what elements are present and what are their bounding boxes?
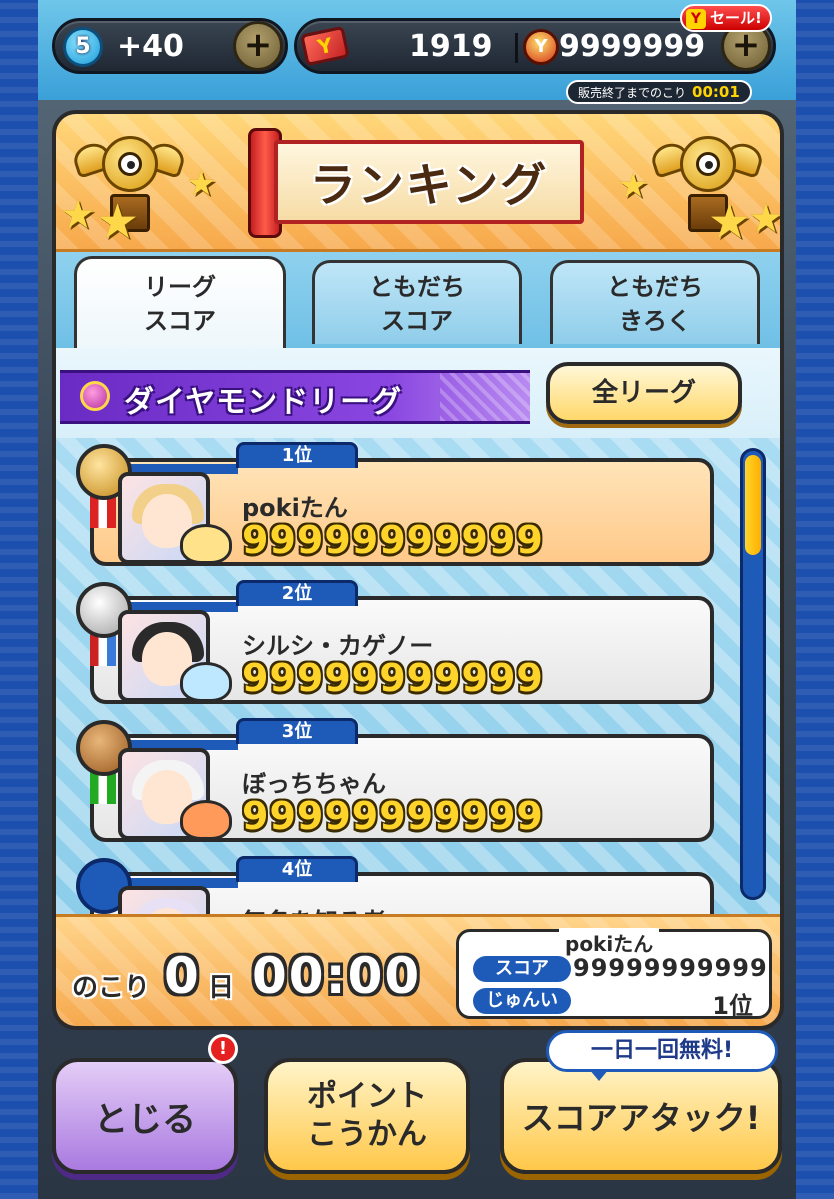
stamina-level-icon: 5	[63, 27, 103, 67]
player-score: 99999999999	[242, 656, 544, 700]
remaining-days: 0	[164, 947, 199, 1005]
currency-divider	[515, 33, 518, 63]
point-exchange-label-line1: ポイント	[307, 1079, 427, 1114]
rank-label: 1位	[236, 442, 358, 468]
title-scroll: ランキング	[248, 128, 588, 238]
league-ribbon: ダイヤモンドリーグ	[60, 370, 530, 424]
tab-label-line1: ともだち	[607, 272, 703, 301]
my-record-card: pokiたん スコア 99999999999 じゅんい 1位	[456, 928, 772, 1020]
title-paper: ランキング	[274, 140, 584, 224]
coin-icon: Y	[523, 29, 559, 65]
sale-timer-value: 00:01	[692, 83, 740, 101]
player-score: 99999999999	[242, 794, 544, 838]
sale-y-icon: Y	[686, 8, 706, 29]
stamina-value: +40	[117, 29, 184, 64]
free-once-daily-bubble: 一日一回無料!	[546, 1030, 778, 1081]
ranking-row[interactable]: 4位 無名を知る者	[76, 856, 720, 914]
all-league-button[interactable]: 全リーグ	[546, 362, 742, 424]
notification-badge: !	[208, 1034, 238, 1064]
remaining-time: 00:00	[252, 947, 422, 1005]
sale-timer-label: 販売終了までのこり	[578, 86, 687, 100]
my-rank: 1位	[712, 992, 753, 1020]
stamina-pill: 5 +40 +	[52, 18, 288, 74]
my-name: pokiたん	[559, 928, 660, 957]
tab-league-score[interactable]: リーグ スコア	[74, 256, 286, 348]
sale-timer: 販売終了までのこり 00:01	[566, 80, 752, 104]
avatar	[118, 886, 210, 914]
sale-badge-label: セール!	[710, 9, 762, 27]
player-score: 99999999999	[242, 518, 544, 562]
tab-label-line1: リーグ	[144, 272, 216, 301]
ticket-icon: Y	[300, 25, 350, 67]
tab-label-line2: スコア	[381, 306, 453, 335]
score-attack-button[interactable]: スコアアタック!	[500, 1058, 782, 1174]
ranking-row[interactable]: 2位 シルシ・カゲノー 99999999999	[76, 580, 720, 706]
player-name: 無名を知る者	[242, 902, 386, 914]
game-screen: 5 +40 + Y 1919 Y 9999999 + Y セール! 販売終了までの…	[38, 0, 796, 1199]
coin-count: 9999999	[559, 29, 706, 64]
ranking-info: のこり 0 日 00:00 pokiたん スコア 99999999999 じゅん…	[56, 914, 780, 1026]
my-rank-label: じゅんい	[473, 988, 571, 1014]
point-exchange-label-line2: こうかん	[307, 1117, 427, 1152]
ranking-row[interactable]: 3位 ぼっちちゃん 99999999999	[76, 718, 720, 844]
tab-friends-record[interactable]: ともだち きろく	[550, 260, 760, 344]
star-icon: ★	[60, 192, 96, 238]
league-bar: ダイヤモンドリーグ 全リーグ	[56, 348, 780, 438]
remaining-label: のこり	[72, 973, 151, 1003]
gem-count: 1919	[409, 29, 493, 64]
pet-icon	[180, 524, 232, 564]
diamond-league-icon	[68, 375, 120, 419]
tab-label-line2: スコア	[144, 306, 216, 335]
star-icon: ★	[708, 194, 752, 250]
rank-label: 2位	[236, 580, 358, 606]
close-button[interactable]: とじる	[52, 1058, 238, 1174]
remaining-day-unit: 日	[208, 973, 235, 1003]
star-icon: ★	[96, 194, 140, 250]
my-score: 99999999999	[573, 954, 768, 982]
point-exchange-button[interactable]: ポイント こうかん	[264, 1058, 470, 1174]
side-pattern-left	[0, 0, 38, 1199]
scrollbar-thumb[interactable]	[745, 455, 761, 555]
rank-label: 4位	[236, 856, 358, 882]
pet-icon	[180, 662, 232, 702]
ranking-header: ★ ★ ★ ランキング ★ ★ ★	[56, 114, 780, 252]
league-name: ダイヤモンドリーグ	[124, 385, 403, 420]
sale-badge[interactable]: Y セール!	[680, 4, 772, 32]
star-icon: ★	[618, 166, 649, 206]
tab-label-line2: きろく	[619, 306, 691, 335]
add-stamina-button[interactable]: +	[233, 21, 283, 71]
ranking-row[interactable]: 1位 pokiたん 99999999999	[76, 442, 720, 568]
star-icon: ★	[748, 196, 784, 242]
ranking-list[interactable]: 1位 pokiたん 99999999999 2位 シルシ・カゲノー 999999…	[56, 438, 780, 914]
ranking-panel: ★ ★ ★ ランキング ★ ★ ★ リーグ スコア ともだち スコア ともだち …	[52, 110, 784, 1030]
ranking-tabs: リーグ スコア ともだち スコア ともだち きろく	[56, 252, 780, 348]
side-pattern-right	[796, 0, 834, 1199]
my-score-label: スコア	[473, 956, 571, 982]
page-title: ランキング	[309, 158, 549, 212]
star-icon: ★	[186, 164, 217, 204]
ranking-scrollbar[interactable]	[740, 448, 766, 900]
tab-label-line1: ともだち	[369, 272, 465, 301]
pet-icon	[180, 800, 232, 840]
rank-label: 3位	[236, 718, 358, 744]
tab-friends-score[interactable]: ともだち スコア	[312, 260, 522, 344]
